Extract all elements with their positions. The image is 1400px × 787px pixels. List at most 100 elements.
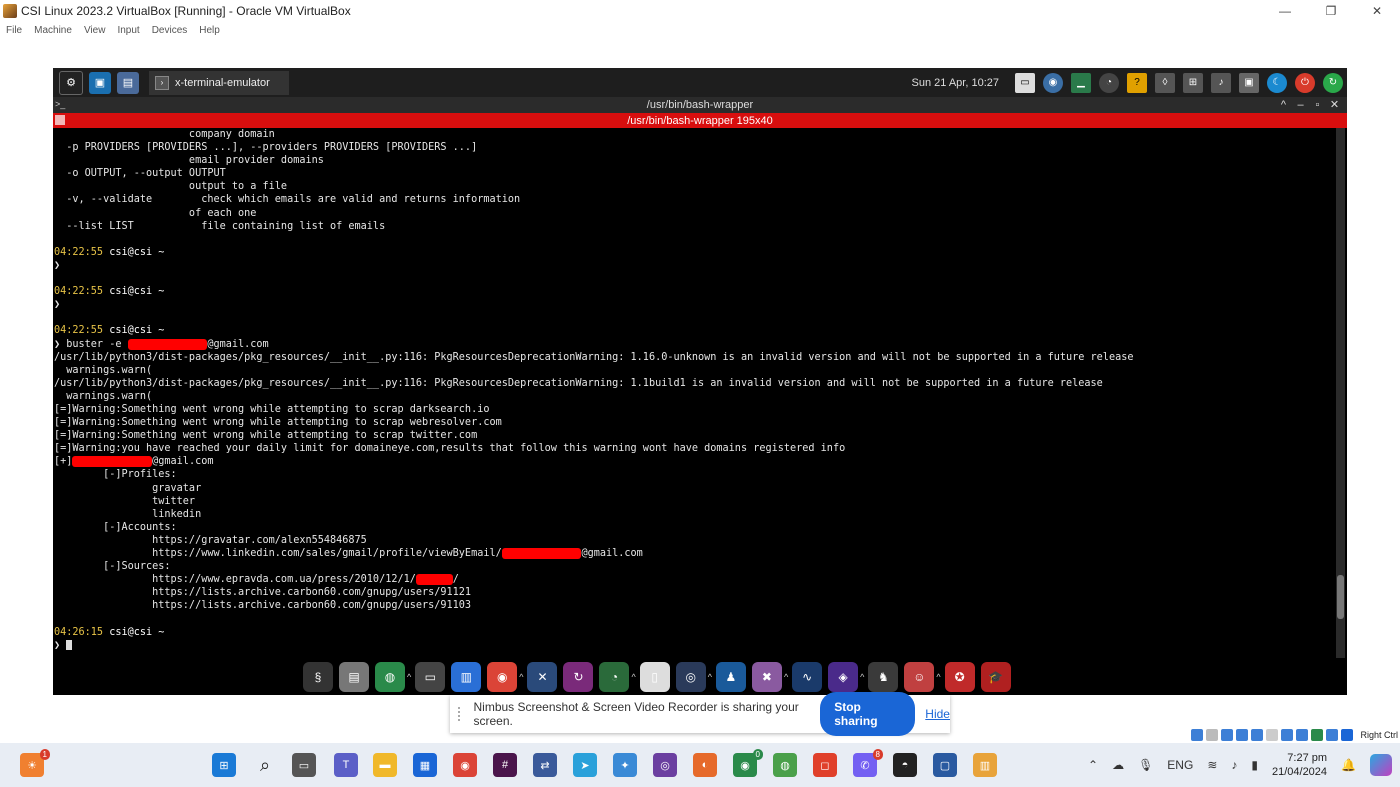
cloud-icon[interactable]: ☁: [1112, 758, 1124, 772]
csi-menu-icon[interactable]: ⚙: [59, 70, 83, 95]
wave-icon[interactable]: ∿: [792, 662, 823, 692]
chevron-up-icon[interactable]: ^: [631, 672, 635, 682]
restart-icon[interactable]: ↻: [1323, 72, 1343, 93]
store-icon[interactable]: ▦: [413, 753, 437, 777]
chevron-up-icon[interactable]: ^: [708, 672, 712, 682]
notification-bell-icon[interactable]: 🔔: [1341, 758, 1356, 772]
terminal-scroll-thumb[interactable]: [1337, 575, 1344, 620]
terminal-scrollbar[interactable]: [1336, 128, 1345, 658]
stop-sharing-button[interactable]: Stop sharing: [820, 692, 916, 736]
lock-icon[interactable]: ▣: [1239, 72, 1259, 93]
teams-icon[interactable]: T: [334, 753, 358, 777]
volume-icon[interactable]: ♪: [1211, 72, 1231, 93]
speaker-icon[interactable]: ♪: [1231, 758, 1237, 772]
terminal-icon[interactable]: ▭: [415, 662, 446, 692]
drag-handle-icon[interactable]: [458, 707, 465, 721]
copilot-icon[interactable]: [1370, 754, 1392, 776]
network-tool-icon[interactable]: ⇄: [533, 753, 557, 777]
speedometer-icon[interactable]: ◔: [1099, 72, 1119, 93]
penguin-icon[interactable]: ♟: [715, 662, 746, 692]
optical-status-icon[interactable]: [1206, 729, 1219, 741]
chevron-up-icon[interactable]: ⌃: [1088, 758, 1098, 772]
microphone-icon[interactable]: 🎙: [1138, 758, 1153, 772]
grid-icon[interactable]: ✕: [527, 662, 558, 692]
minimize-button[interactable]: —: [1262, 0, 1308, 22]
chevron-up-icon[interactable]: ^: [936, 672, 940, 682]
shield-icon[interactable]: ◊: [1155, 72, 1175, 93]
menu-devices[interactable]: Devices: [152, 25, 188, 36]
nimbus-icon[interactable]: ◓: [893, 753, 917, 777]
desktop-icon[interactable]: ▣: [89, 71, 111, 94]
task-view-icon[interactable]: ▭: [292, 753, 316, 777]
cube-icon[interactable]: ◈: [828, 662, 859, 692]
audio-status-icon[interactable]: [1221, 729, 1234, 741]
bird-icon[interactable]: ✪: [944, 662, 975, 692]
menu-machine[interactable]: Machine: [34, 25, 72, 36]
slack-icon[interactable]: #: [493, 753, 517, 777]
vpn-icon[interactable]: ◉: [1043, 72, 1063, 93]
help-icon[interactable]: ?: [1127, 72, 1147, 93]
x-icon[interactable]: ✖: [751, 662, 782, 692]
clock-icon[interactable]: ◔: [599, 662, 630, 692]
chrome-profile-icon[interactable]: ◉ 0: [733, 749, 763, 777]
chevron-up-icon[interactable]: ^: [407, 672, 411, 682]
grad-cap-icon[interactable]: 🎓: [980, 662, 1011, 692]
shared-folder-status-icon[interactable]: [1266, 729, 1279, 741]
windows-start-icon[interactable]: ⊞: [212, 753, 236, 777]
display-status-icon[interactable]: [1281, 729, 1294, 741]
firefox-icon[interactable]: ◐: [693, 753, 717, 777]
monitor-icon[interactable]: ▁: [1071, 72, 1091, 93]
virtualbox-taskbar-icon[interactable]: ▢: [933, 753, 957, 777]
circles-icon[interactable]: ◎: [675, 662, 706, 692]
recording-status-icon[interactable]: [1296, 729, 1309, 741]
csi-logo-icon[interactable]: §: [303, 662, 333, 692]
globe-icon[interactable]: ◍: [375, 662, 405, 692]
chevron-up-icon[interactable]: ^: [860, 672, 864, 682]
files-icon[interactable]: ▤: [117, 71, 139, 94]
hide-link[interactable]: Hide: [925, 707, 950, 721]
tor-icon[interactable]: ◎: [653, 753, 677, 777]
search-icon[interactable]: ⌕: [253, 753, 277, 777]
cpu-status-icon[interactable]: [1311, 729, 1324, 741]
app-icon-generic[interactable]: ✦: [613, 753, 637, 777]
taskbar-terminal-button[interactable]: › x-terminal-emulator: [149, 70, 289, 95]
menu-view[interactable]: View: [84, 25, 106, 36]
keyboard-status-icon[interactable]: [1341, 729, 1354, 741]
chrome-icon[interactable]: ◉: [487, 662, 518, 692]
language-indicator[interactable]: ENG: [1167, 758, 1193, 772]
terminal-close-button[interactable]: ✕: [1326, 97, 1343, 113]
file-explorer-icon[interactable]: ▬: [373, 753, 397, 777]
browser-icon[interactable]: ◍: [773, 753, 797, 777]
dog-icon[interactable]: ♞: [868, 662, 899, 692]
terminal-output[interactable]: company domain -p PROVIDERS [PROVIDERS .…: [53, 128, 1336, 668]
hdd-status-icon[interactable]: [1191, 729, 1204, 741]
windows-clock[interactable]: 7:27 pm 21/04/2024: [1272, 751, 1327, 779]
viber-icon[interactable]: ✆ 8: [853, 749, 883, 777]
chevron-up-icon[interactable]: ^: [784, 672, 788, 682]
usb-status-icon[interactable]: [1251, 729, 1264, 741]
reader-icon[interactable]: ◻: [813, 753, 837, 777]
close-button[interactable]: ✕: [1354, 0, 1400, 22]
chrome-taskbar-icon[interactable]: ◉: [453, 753, 477, 777]
telegram-icon[interactable]: ➤: [573, 753, 597, 777]
moon-icon[interactable]: ☾: [1267, 72, 1287, 93]
sync-icon[interactable]: ↻: [563, 662, 594, 692]
menu-help[interactable]: Help: [199, 25, 220, 36]
mouse-status-icon[interactable]: [1326, 729, 1339, 741]
csi-vm-taskbar-icon[interactable]: ▥: [973, 753, 997, 777]
maximize-button[interactable]: ❐: [1308, 0, 1354, 22]
menu-input[interactable]: Input: [117, 25, 139, 36]
guest-clock[interactable]: Sun 21 Apr, 10:27: [912, 77, 999, 89]
terminal-collapse-button[interactable]: ^: [1275, 97, 1292, 113]
wifi-icon[interactable]: ≋: [1207, 758, 1217, 772]
battery-icon[interactable]: ▮: [1251, 758, 1258, 772]
clipboard-icon[interactable]: ▭: [1015, 72, 1035, 93]
terminal-maximize-button[interactable]: ▫: [1309, 97, 1326, 113]
network-icon[interactable]: ⊞: [1183, 72, 1203, 93]
power-icon[interactable]: ⏻: [1295, 72, 1315, 93]
drive-icon[interactable]: ▤: [339, 662, 369, 692]
android-icon[interactable]: ▯: [639, 662, 670, 692]
chevron-up-icon[interactable]: ^: [519, 672, 523, 682]
avatar-icon[interactable]: ☺: [904, 662, 935, 692]
document-icon[interactable]: ▥: [451, 662, 482, 692]
